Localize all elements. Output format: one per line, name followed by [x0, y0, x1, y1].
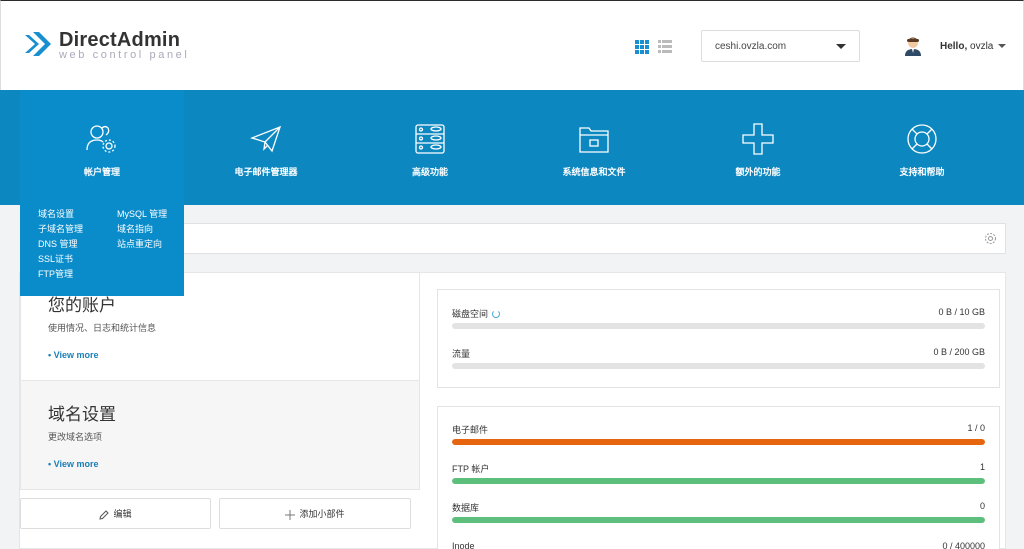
view-more-link[interactable]: • View more: [48, 459, 99, 469]
nav-item-support[interactable]: 支持和帮助: [840, 90, 1004, 205]
progress-bar: [452, 517, 985, 523]
resource-usage-panel: 磁盘空间 0 B / 10 GB 流量 0 B / 200 GB: [437, 289, 1000, 388]
user-avatar[interactable]: [904, 36, 922, 56]
users-gear-icon: [86, 125, 116, 153]
greeting-text: Hello,: [940, 41, 968, 52]
pencil-icon: [99, 509, 110, 520]
nav-item-account[interactable]: 帐户管理: [20, 90, 184, 205]
nav-item-advanced[interactable]: 高级功能: [348, 90, 512, 205]
user-menu-caret-icon[interactable]: [998, 44, 1006, 48]
stat-value: 0: [979, 501, 985, 511]
stat-name: 流量: [452, 349, 471, 359]
submenu-item-mysql[interactable]: MySQL 管理: [117, 207, 167, 222]
submenu-column-1: 域名设置 子域名管理 DNS 管理 SSL证书 FTP管理: [38, 207, 83, 282]
stat-email: 电子邮件 1 / 0: [452, 423, 985, 453]
account-counts-panel: 电子邮件 1 / 0 FTP 帐户 1 数据库 0 Inode 0 / 4000…: [437, 406, 1000, 549]
card-title: 域名设置: [48, 405, 116, 424]
domain-settings-card[interactable]: 域名设置 更改域名选项 • View more: [20, 380, 420, 490]
user-greeting[interactable]: Hello, ovzla: [940, 41, 993, 52]
submenu-item-dns[interactable]: DNS 管理: [38, 237, 83, 252]
card-description: 更改域名选项: [48, 432, 103, 442]
progress-bar: [452, 478, 985, 484]
stat-bandwidth: 流量 0 B / 200 GB: [452, 347, 985, 377]
nav-label: 额外的功能: [735, 167, 781, 177]
domain-select-value: ceshi.ovzla.com: [715, 41, 787, 52]
grid-view-icon[interactable]: [635, 40, 649, 54]
search-bar[interactable]: [184, 223, 1006, 254]
submenu-column-2: MySQL 管理 域名指向 站点重定向: [117, 207, 167, 252]
chevron-down-icon: [836, 44, 846, 49]
stat-name: Inode: [452, 541, 475, 549]
main-nav: 帐户管理 电子邮件管理器 高级功能 系统信息和文件 额外的功能 支持和帮助: [0, 90, 1024, 205]
list-view-icon[interactable]: [658, 40, 672, 54]
logo[interactable]: DirectAdmin web control panel: [23, 29, 189, 61]
stat-value: 0 / 400000: [942, 541, 985, 549]
add-widget-button[interactable]: 添加小部件: [219, 498, 411, 529]
plus-icon: [285, 509, 296, 520]
username: ovzla: [970, 41, 994, 52]
progress-bar: [452, 363, 985, 369]
stat-value: 1: [979, 462, 985, 472]
nav-label: 帐户管理: [83, 167, 120, 177]
stat-ftp: FTP 帐户 1: [452, 462, 985, 492]
nav-label: 支持和帮助: [899, 167, 945, 177]
submenu-item-domain-pointer[interactable]: 域名指向: [117, 222, 167, 237]
stat-disk-space: 磁盘空间 0 B / 10 GB: [452, 307, 985, 337]
stat-name: FTP 帐户: [452, 464, 490, 474]
submenu-item-site-redirect[interactable]: 站点重定向: [117, 237, 167, 252]
stat-databases: 数据库 0: [452, 501, 985, 531]
progress-fill: [452, 517, 985, 523]
nav-label: 高级功能: [411, 167, 448, 177]
domain-select[interactable]: ceshi.ovzla.com: [701, 30, 860, 62]
stat-value: 1 / 0: [967, 423, 985, 433]
nav-item-system-files[interactable]: 系统信息和文件: [512, 90, 676, 205]
submenu-item-ssl[interactable]: SSL证书: [38, 252, 83, 267]
directadmin-logo-icon: [25, 32, 51, 56]
stat-value: 0 B / 200 GB: [933, 347, 985, 357]
card-description: 使用情况、日志和统计信息: [48, 323, 157, 333]
stat-value: 0 B / 10 GB: [938, 307, 985, 317]
account-submenu: 域名设置 子域名管理 DNS 管理 SSL证书 FTP管理 MySQL 管理 域…: [20, 205, 184, 296]
submenu-item-subdomain[interactable]: 子域名管理: [38, 222, 83, 237]
progress-fill: [452, 478, 985, 484]
nav-item-extra[interactable]: 额外的功能: [676, 90, 840, 205]
nav-label: 系统信息和文件: [562, 167, 626, 177]
submenu-item-ftp[interactable]: FTP管理: [38, 267, 83, 282]
progress-fill: [452, 439, 985, 445]
view-more-link[interactable]: • View more: [48, 350, 99, 360]
nav-item-email[interactable]: 电子邮件管理器: [184, 90, 348, 205]
folder-icon: [579, 127, 609, 153]
lifebuoy-icon: [907, 124, 937, 154]
stat-inode: Inode 0 / 400000: [452, 541, 985, 549]
plus-icon: [742, 123, 774, 155]
progress-bar: [452, 439, 985, 445]
brand-subtitle: web control panel: [59, 49, 190, 61]
server-database-icon: [415, 124, 445, 154]
submenu-item-domain-setup[interactable]: 域名设置: [38, 207, 83, 222]
stat-name: 数据库: [452, 503, 480, 513]
add-widget-label: 添加小部件: [299, 509, 345, 519]
brand-name: DirectAdmin: [59, 29, 181, 51]
refresh-icon[interactable]: [492, 310, 501, 318]
paper-plane-icon: [250, 125, 282, 153]
edit-button[interactable]: 编辑: [20, 498, 211, 529]
nav-label: 电子邮件管理器: [234, 167, 298, 177]
stat-name: 磁盘空间: [452, 309, 489, 319]
gear-icon[interactable]: [984, 232, 997, 245]
stat-name: 电子邮件: [452, 425, 489, 435]
edit-label: 编辑: [113, 509, 132, 519]
top-header: DirectAdmin web control panel ceshi.ovzl…: [0, 0, 1024, 90]
progress-bar: [452, 323, 985, 329]
